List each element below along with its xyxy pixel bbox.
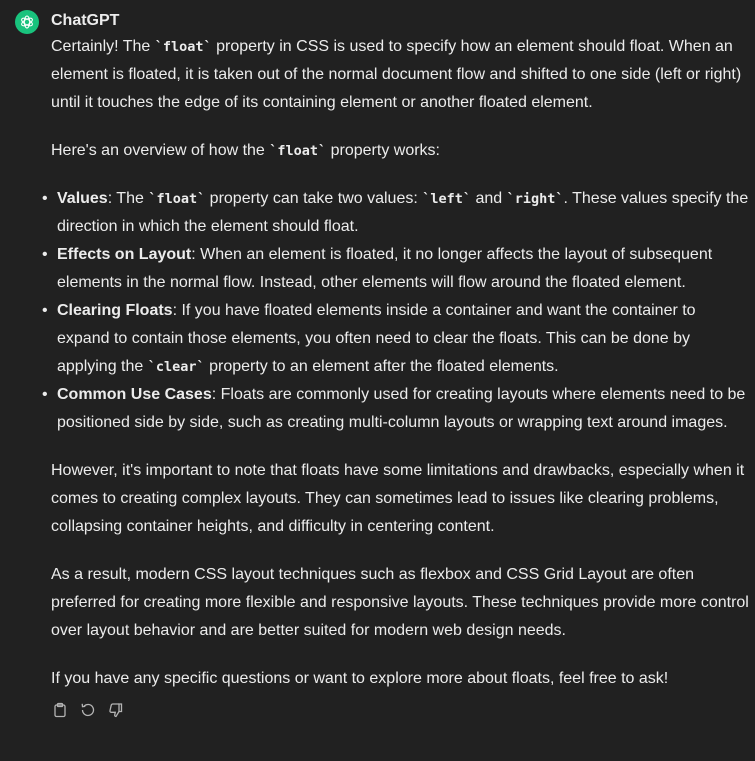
intro-paragraph: Certainly! The `float` property in CSS i… (51, 38, 742, 111)
inline-code: `right` (506, 191, 564, 207)
clipboard-icon (54, 702, 66, 718)
inline-code: `left` (422, 191, 472, 207)
list-item-use-cases: Common Use Cases: Floats are commonly us… (42, 381, 749, 437)
limitations-paragraph: However, it's important to note that flo… (51, 462, 745, 535)
thumbs-down-icon (109, 703, 123, 718)
inline-code: `clear` (147, 359, 205, 375)
assistant-message: ChatGPT Certainly! The `float` property … (0, 0, 755, 761)
list-item-effects: Effects on Layout: When an element is fl… (42, 241, 749, 297)
result-paragraph: As a result, modern CSS layout technique… (51, 566, 749, 639)
message-actions (51, 700, 125, 720)
inline-code: `float` (269, 143, 327, 159)
openai-logo-icon (21, 15, 33, 29)
dislike-button[interactable] (107, 700, 125, 720)
inline-code: `float` (148, 191, 206, 207)
avatar (15, 10, 39, 34)
regenerate-button[interactable] (79, 700, 97, 720)
list-item-clearing: Clearing Floats: If you have floated ele… (42, 297, 749, 381)
author-name: ChatGPT (51, 12, 120, 29)
inline-code: `float` (154, 39, 212, 55)
copy-button[interactable] (51, 700, 69, 720)
overview-paragraph: Here's an overview of how the `float` pr… (51, 142, 440, 159)
closing-paragraph: If you have any specific questions or wa… (51, 670, 669, 687)
message-content: Certainly! The `float` property in CSS i… (42, 33, 749, 713)
list-item-values: Values: The `float` property can take tw… (42, 185, 749, 241)
bullet-list: Values: The `float` property can take tw… (42, 185, 749, 437)
refresh-icon (81, 703, 95, 717)
